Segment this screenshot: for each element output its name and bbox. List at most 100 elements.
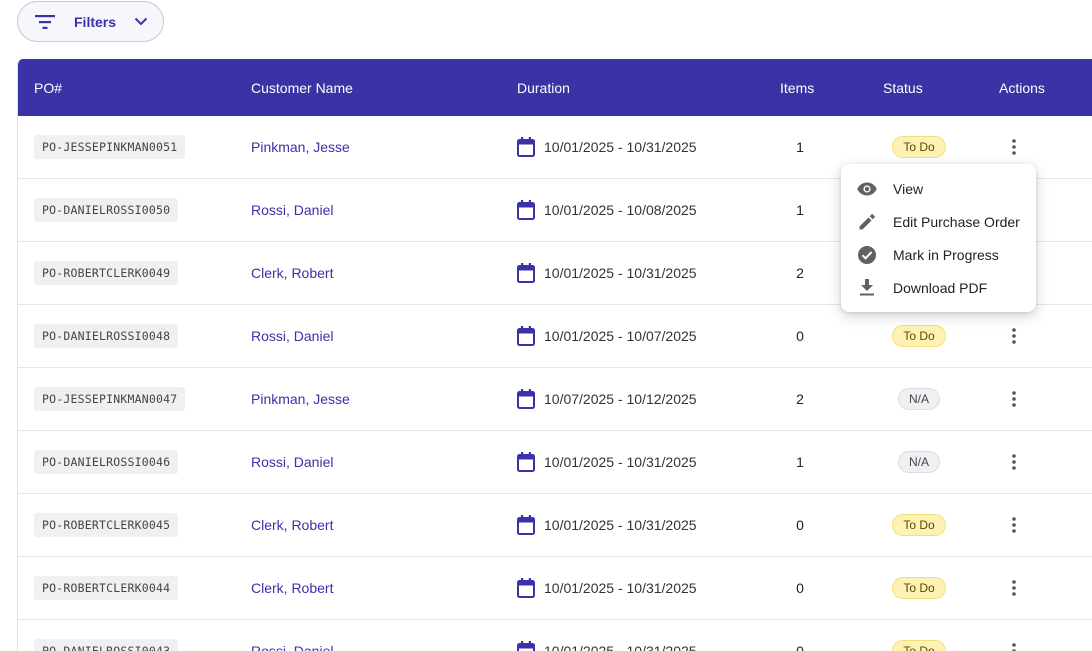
more-vert-icon[interactable]: [1002, 639, 1026, 651]
table-row[interactable]: PO-ROBERTCLERK0045 Clerk, Robert 10/01/202…: [18, 494, 1092, 557]
calendar-icon: [517, 641, 535, 651]
header-items[interactable]: Items: [780, 59, 814, 116]
actions-cell: [1002, 620, 1026, 651]
duration-text: 10/01/2025 - 10/31/2025: [544, 454, 697, 470]
customer-name-link[interactable]: Clerk, Robert: [251, 265, 333, 281]
duration-text: 10/01/2025 - 10/31/2025: [544, 643, 697, 651]
status-badge: To Do: [892, 640, 946, 651]
filter-list-icon: [35, 14, 55, 29]
po-number: PO-DANIELROSSI0043: [34, 639, 179, 651]
items-count: 0: [796, 643, 804, 651]
chevron-down-icon: [134, 17, 148, 26]
duration-text: 10/01/2025 - 10/08/2025: [544, 202, 697, 218]
filters-button[interactable]: Filters: [17, 1, 164, 42]
header-po[interactable]: PO#: [34, 59, 62, 116]
calendar-icon: [517, 137, 535, 157]
more-vert-icon[interactable]: [1002, 450, 1026, 474]
menu-item-download-pdf[interactable]: Download PDF: [841, 271, 1036, 304]
duration-text: 10/07/2025 - 10/12/2025: [544, 391, 697, 407]
more-vert-icon[interactable]: [1002, 387, 1026, 411]
customer-name-link[interactable]: Clerk, Robert: [251, 580, 333, 596]
calendar-icon: [517, 515, 535, 535]
duration-text: 10/01/2025 - 10/31/2025: [544, 265, 697, 281]
po-cell: PO-DANIELROSSI0046: [34, 431, 179, 493]
filters-label: Filters: [74, 13, 117, 30]
po-number: PO-DANIELROSSI0048: [34, 324, 179, 348]
items-count: 0: [796, 328, 804, 344]
duration-cell: 10/01/2025 - 10/31/2025: [517, 242, 697, 304]
customer-name-link[interactable]: Rossi, Daniel: [251, 328, 333, 344]
purchase-orders-table: PO# Customer Name Duration Items Status …: [17, 59, 1092, 651]
calendar-icon: [517, 389, 535, 409]
eye-icon: [857, 182, 877, 196]
customer-name-link[interactable]: Clerk, Robert: [251, 517, 333, 533]
po-number: PO-ROBERTCLERK0049: [34, 261, 179, 285]
status-badge: To Do: [892, 136, 946, 158]
table-row[interactable]: PO-DANIELROSSI0046 Rossi, Daniel 10/01/202…: [18, 431, 1092, 494]
items-count: 2: [796, 265, 804, 281]
header-duration[interactable]: Duration: [517, 59, 570, 116]
calendar-icon: [517, 200, 535, 220]
po-number: PO-JESSEPINKMAN0047: [34, 387, 186, 411]
status-cell: To Do: [884, 305, 954, 367]
actions-cell: [1002, 305, 1026, 367]
status-badge: N/A: [897, 388, 940, 410]
duration-cell: 10/01/2025 - 10/07/2025: [517, 305, 697, 367]
customer-name-link[interactable]: Rossi, Daniel: [251, 643, 333, 651]
table-row[interactable]: PO-DANIELROSSI0043 Rossi, Daniel 10/01/202…: [18, 620, 1092, 651]
table-row[interactable]: PO-JESSEPINKMAN0047 Pinkman, Jesse 10/07/2…: [18, 368, 1092, 431]
po-cell: PO-ROBERTCLERK0044: [34, 557, 179, 619]
menu-item-view[interactable]: View: [841, 172, 1036, 205]
customer-name-link[interactable]: Rossi, Daniel: [251, 454, 333, 470]
duration-cell: 10/01/2025 - 10/31/2025: [517, 494, 697, 556]
more-vert-icon[interactable]: [1002, 324, 1026, 348]
more-vert-icon[interactable]: [1002, 576, 1026, 600]
actions-cell: [1002, 557, 1026, 619]
customer-cell: Clerk, Robert: [251, 242, 333, 304]
status-cell: To Do: [884, 557, 954, 619]
calendar-icon: [517, 578, 535, 598]
status-badge: To Do: [892, 514, 946, 536]
po-number: PO-ROBERTCLERK0045: [34, 513, 179, 537]
customer-cell: Clerk, Robert: [251, 557, 333, 619]
calendar-icon: [517, 452, 535, 472]
duration-cell: 10/01/2025 - 10/31/2025: [517, 431, 697, 493]
more-vert-icon[interactable]: [1002, 513, 1026, 537]
customer-cell: Rossi, Daniel: [251, 305, 333, 367]
status-cell: N/A: [884, 431, 954, 493]
table-row[interactable]: PO-DANIELROSSI0048 Rossi, Daniel 10/01/202…: [18, 305, 1092, 368]
status-badge: N/A: [897, 451, 940, 473]
po-cell: PO-DANIELROSSI0048: [34, 305, 179, 367]
customer-cell: Pinkman, Jesse: [251, 116, 350, 178]
table-header: PO# Customer Name Duration Items Status …: [18, 59, 1092, 116]
pencil-icon: [857, 213, 877, 230]
menu-item-mark-in-progress[interactable]: Mark in Progress: [841, 238, 1036, 271]
menu-item-edit-purchase-order[interactable]: Edit Purchase Order: [841, 205, 1036, 238]
customer-name-link[interactable]: Pinkman, Jesse: [251, 391, 350, 407]
duration-text: 10/01/2025 - 10/31/2025: [544, 139, 697, 155]
header-status[interactable]: Status: [883, 59, 923, 116]
items-count: 0: [796, 517, 804, 533]
po-number: PO-DANIELROSSI0046: [34, 450, 179, 474]
menu-item-label: Mark in Progress: [893, 246, 999, 263]
customer-name-link[interactable]: Pinkman, Jesse: [251, 139, 350, 155]
po-number: PO-DANIELROSSI0050: [34, 198, 179, 222]
po-cell: PO-ROBERTCLERK0049: [34, 242, 179, 304]
duration-cell: 10/01/2025 - 10/08/2025: [517, 179, 697, 241]
table-row[interactable]: PO-ROBERTCLERK0044 Clerk, Robert 10/01/202…: [18, 557, 1092, 620]
po-cell: PO-ROBERTCLERK0045: [34, 494, 179, 556]
customer-name-link[interactable]: Rossi, Daniel: [251, 202, 333, 218]
more-vert-icon[interactable]: [1002, 135, 1026, 159]
menu-item-label: Download PDF: [893, 279, 988, 296]
calendar-icon: [517, 326, 535, 346]
status-badge: To Do: [892, 325, 946, 347]
duration-cell: 10/01/2025 - 10/31/2025: [517, 116, 697, 178]
customer-cell: Pinkman, Jesse: [251, 368, 350, 430]
status-cell: To Do: [884, 620, 954, 651]
header-customer-name[interactable]: Customer Name: [251, 59, 353, 116]
menu-item-label: Edit Purchase Order: [893, 213, 1020, 230]
header-actions: Actions: [999, 79, 1045, 96]
duration-text: 10/01/2025 - 10/31/2025: [544, 517, 697, 533]
po-cell: PO-DANIELROSSI0043: [34, 620, 179, 651]
check-circle-icon: [857, 245, 877, 264]
